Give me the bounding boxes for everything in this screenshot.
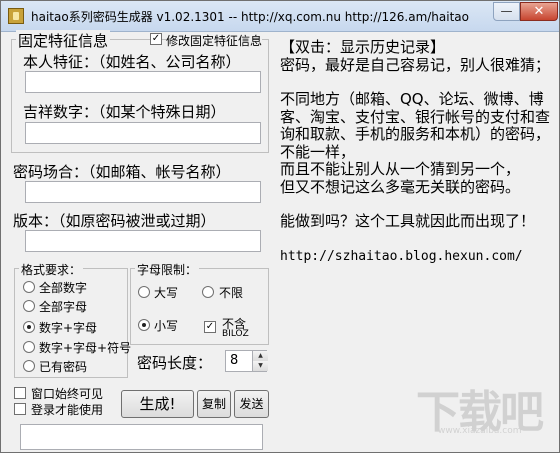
- title-bar[interactable]: haitao系列密码生成器 v1.02.1301 -- http://xq.co…: [1, 1, 559, 32]
- always-visible-label: 窗口始终可见: [31, 387, 104, 401]
- info-header: 【双击：显示历史记录】: [280, 38, 446, 56]
- info-url: http://szhaitao.blog.hexun.com/: [280, 248, 523, 264]
- format-digits-letters-symbols-label: 数字+字母+符号: [39, 341, 132, 355]
- format-digits-letters-radio[interactable]: [23, 321, 35, 333]
- letter-lower-radio[interactable]: [138, 319, 150, 331]
- letter-lower-label: 小写: [154, 319, 179, 333]
- version-input[interactable]: [25, 230, 261, 252]
- lucky-number-label: 吉祥数字：（如某个特殊日期）: [23, 103, 226, 121]
- personal-trait-label: 本人特征：（如姓名、公司名称）: [23, 53, 241, 71]
- modify-fixed-info-label: 修改固定特征信息: [166, 32, 263, 49]
- info-paragraph-2: 不同地方（邮箱、QQ、论坛、微博、博客、淘宝、支付宝、银行帐号的支付和查询和取款…: [280, 90, 551, 161]
- site-label: 密码场合：（如邮箱、帐号名称）: [13, 163, 231, 181]
- generated-password-output[interactable]: [20, 424, 263, 450]
- always-visible-checkbox[interactable]: [14, 387, 26, 399]
- minimize-button[interactable]: —: [493, 2, 520, 21]
- format-all-digits-label: 全部数字: [39, 281, 88, 295]
- lucky-number-input[interactable]: [25, 122, 261, 144]
- letter-none-radio[interactable]: [202, 286, 214, 298]
- exclude-letters-list: BILOZ: [222, 329, 249, 339]
- info-paragraph-4: 但又不想记这么多毫无关联的密码。: [280, 177, 521, 196]
- format-all-letters-radio[interactable]: [23, 300, 35, 312]
- format-all-digits-radio[interactable]: [23, 281, 35, 293]
- send-button[interactable]: 发送: [234, 390, 269, 418]
- close-button[interactable]: ✕: [520, 2, 558, 21]
- fixed-info-legend: 固定特征信息: [16, 30, 111, 51]
- exclude-letters-checkbox[interactable]: ✓: [204, 321, 216, 333]
- generate-button[interactable]: 生成!: [121, 390, 194, 418]
- modify-fixed-info-checkbox[interactable]: ✓: [150, 33, 162, 45]
- copy-button[interactable]: 复制: [197, 390, 231, 418]
- info-paragraph-5: 能做到吗？这个工具就因此而出现了！: [280, 212, 536, 230]
- password-length-label: 密码长度：: [137, 354, 213, 372]
- letter-upper-label: 大写: [154, 286, 179, 300]
- version-label: 版本：（如原密码被泄或过期）: [13, 212, 216, 230]
- letter-limit-legend: 字母限制：: [135, 261, 200, 278]
- format-all-letters-label: 全部字母: [39, 300, 88, 314]
- personal-trait-input[interactable]: [25, 71, 261, 93]
- format-legend: 格式要求：: [19, 261, 84, 278]
- format-digits-letters-label: 数字+字母: [39, 321, 98, 335]
- site-input[interactable]: [25, 181, 261, 203]
- info-paragraph-1: 密码，最好是自己容易记，别人很难猜；: [280, 55, 551, 74]
- letter-upper-radio[interactable]: [138, 286, 150, 298]
- login-required-checkbox[interactable]: [14, 403, 26, 415]
- info-paragraph-3: 而且不能让别人从一个猜到另一个，: [280, 160, 521, 178]
- format-existing-password-radio[interactable]: [23, 360, 35, 372]
- watermark-logo: 下载吧 www.xiazaiba.com: [416, 376, 546, 438]
- spin-down-arrow-icon[interactable]: ▼: [252, 361, 268, 371]
- format-existing-password-label: 已有密码: [39, 360, 88, 374]
- format-digits-letters-symbols-radio[interactable]: [23, 341, 35, 353]
- letter-none-label: 不限: [219, 286, 244, 300]
- password-length-value[interactable]: 8: [230, 353, 238, 368]
- login-required-label: 登录才能使用: [31, 403, 104, 417]
- app-window: haitao系列密码生成器 v1.02.1301 -- http://xq.co…: [0, 0, 560, 453]
- window-title: haitao系列密码生成器 v1.02.1301 -- http://xq.co…: [31, 10, 469, 24]
- app-icon: [8, 8, 24, 24]
- password-length-spinner[interactable]: 8 ▲ ▼: [225, 350, 268, 372]
- watermark-url: www.xiazaiba.com: [438, 426, 522, 436]
- history-info-panel[interactable]: 【双击：显示历史记录】 密码，最好是自己容易记，别人很难猜； 不同地方（邮箱、Q…: [280, 38, 556, 265]
